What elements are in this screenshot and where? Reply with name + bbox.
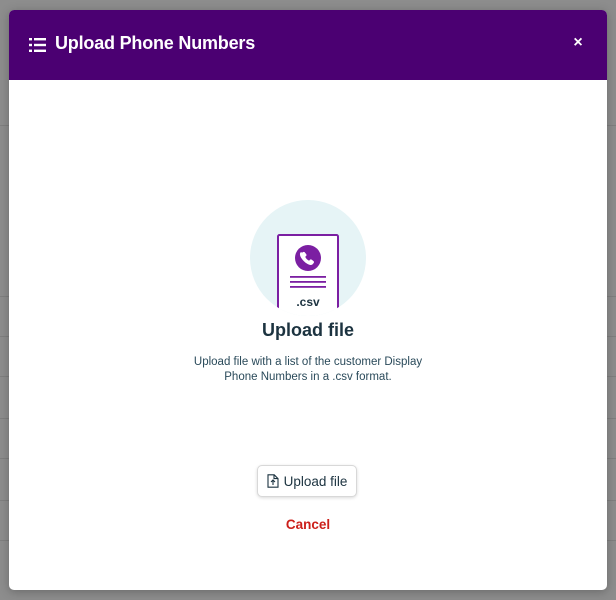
upload-description: Upload file with a list of the customer …	[193, 356, 423, 383]
upload-file-button-label: Upload file	[283, 473, 348, 489]
cancel-button[interactable]: Cancel	[9, 517, 607, 532]
upload-heading: Upload file	[261, 320, 354, 340]
list-icon	[29, 38, 46, 52]
modal-title: Upload Phone Numbers	[55, 33, 256, 53]
file-upload-icon	[267, 474, 279, 488]
upload-phone-numbers-modal: Upload Phone Numbers × .csv Upload file	[9, 10, 607, 590]
close-icon[interactable]: ×	[571, 35, 585, 51]
modal-header: Upload Phone Numbers ×	[9, 10, 607, 80]
csv-phone-file-icon	[250, 200, 366, 316]
modal-body: .csv Upload file Upload file with a list…	[9, 80, 607, 590]
upload-file-button[interactable]: Upload file	[257, 465, 357, 497]
